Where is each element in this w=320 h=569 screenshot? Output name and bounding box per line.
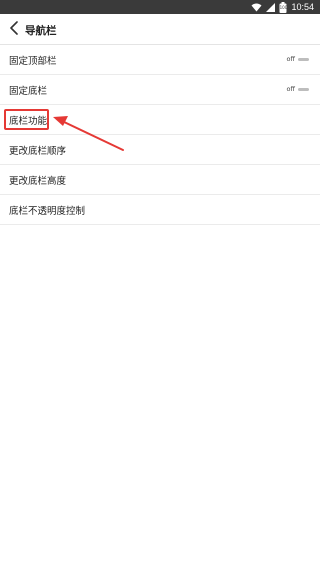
battery-icon: 100 bbox=[279, 1, 288, 13]
setting-change-bottom-bar-order[interactable]: 更改底栏顺序 bbox=[0, 135, 320, 165]
toggle-track bbox=[298, 57, 309, 61]
setting-label: 底栏不透明度控制 bbox=[9, 206, 86, 217]
setting-change-bottom-bar-height[interactable]: 更改底栏高度 bbox=[0, 165, 320, 195]
toggle-track bbox=[298, 87, 309, 91]
fixed-bottom-bar-toggle[interactable]: off bbox=[287, 85, 309, 93]
signal-icon bbox=[266, 2, 276, 12]
status-clock: 10:54 bbox=[291, 2, 314, 12]
setting-label: 更改底栏高度 bbox=[9, 176, 67, 187]
fixed-top-bar-toggle[interactable]: off bbox=[287, 55, 309, 63]
status-bar: 100 10:54 bbox=[0, 0, 320, 14]
toggle-state-text: off bbox=[286, 55, 295, 63]
settings-list: 固定顶部栏 off 固定底栏 off 底栏功能 更改底栏顺序 更改底栏高度 底栏… bbox=[0, 45, 320, 225]
setting-fixed-bottom-bar[interactable]: 固定底栏 off bbox=[0, 75, 320, 105]
setting-bottom-bar-opacity[interactable]: 底栏不透明度控制 bbox=[0, 195, 320, 225]
setting-fixed-top-bar[interactable]: 固定顶部栏 off bbox=[0, 45, 320, 75]
status-icons: 100 10:54 bbox=[251, 1, 314, 13]
toggle-state-text: off bbox=[286, 85, 295, 93]
setting-label: 更改底栏顺序 bbox=[9, 146, 67, 157]
setting-label: 固定顶部栏 bbox=[9, 56, 57, 67]
wifi-icon bbox=[251, 3, 262, 12]
battery-level: 100 bbox=[279, 4, 288, 10]
page-title: 导航栏 bbox=[25, 25, 57, 37]
setting-label: 固定底栏 bbox=[9, 86, 48, 97]
app-bar: 导航栏 bbox=[0, 14, 320, 45]
back-button[interactable] bbox=[4, 19, 24, 39]
annotation-highlight-box bbox=[4, 109, 49, 130]
chevron-left-icon bbox=[9, 20, 19, 39]
